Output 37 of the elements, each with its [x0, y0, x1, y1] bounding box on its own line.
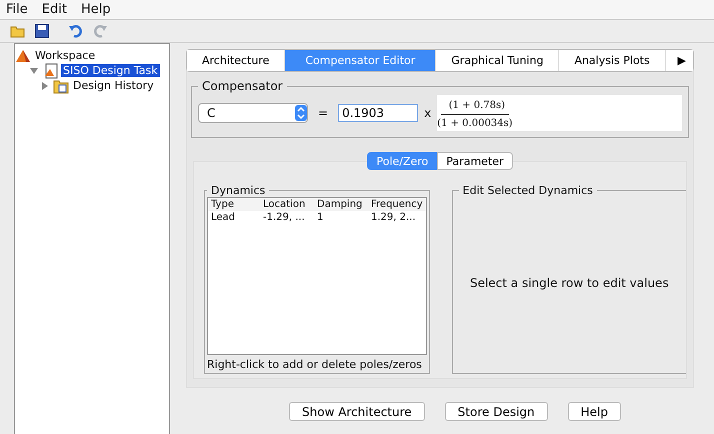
- table-cell-text: 1: [316, 211, 324, 224]
- save-icon[interactable]: [34, 23, 50, 39]
- table-cell-text: Lead: [210, 211, 236, 224]
- compensator-dropdown[interactable]: C: [198, 103, 308, 123]
- group-title: Edit Selected Dynamics: [462, 184, 594, 197]
- placeholder-message: Select a single row to edit values: [470, 276, 669, 290]
- dialog-button[interactable]: Store Design: [444, 402, 548, 421]
- tree-item[interactable]: SISO Design Task: [61, 64, 160, 77]
- column-header[interactable]: Type: [208, 198, 260, 211]
- stepper-icon[interactable]: [295, 105, 307, 121]
- table-cell-text: -1.29, ...: [262, 211, 306, 224]
- column-header[interactable]: Damping: [314, 198, 368, 211]
- group-title: Compensator: [201, 79, 284, 93]
- menu-item[interactable]: File: [6, 2, 28, 17]
- column-header[interactable]: Frequency: [368, 198, 426, 211]
- history-icon: [53, 78, 69, 94]
- task-icon: [43, 62, 59, 78]
- tab[interactable]: Parameter: [437, 152, 513, 170]
- gain-field[interactable]: 0.1903: [338, 104, 418, 122]
- denominator: (1 + 0.00034s): [437, 117, 513, 129]
- hint-text: Right-click to add or delete poles/zeros: [207, 357, 423, 371]
- menu-item[interactable]: Help: [80, 2, 111, 17]
- tree-item[interactable]: Design History: [71, 79, 156, 92]
- times-sign: x: [424, 106, 432, 120]
- tab[interactable]: Architecture: [187, 50, 286, 71]
- undo-icon[interactable]: [68, 23, 84, 39]
- numerator: (1 + 0.78s): [440, 100, 510, 115]
- dialog-button[interactable]: Help: [568, 402, 621, 421]
- workspace-icon: [15, 48, 31, 64]
- menu-item[interactable]: Edit: [42, 2, 67, 17]
- tree-item[interactable]: Workspace: [33, 49, 98, 62]
- table-cell-text: 1.29, 2...: [370, 211, 417, 224]
- equals-sign: =: [318, 106, 328, 120]
- dialog-button[interactable]: Show Architecture: [289, 402, 425, 421]
- expand-icon[interactable]: [30, 68, 38, 74]
- column-header[interactable]: Location: [260, 198, 314, 211]
- group-title: Dynamics: [210, 184, 266, 197]
